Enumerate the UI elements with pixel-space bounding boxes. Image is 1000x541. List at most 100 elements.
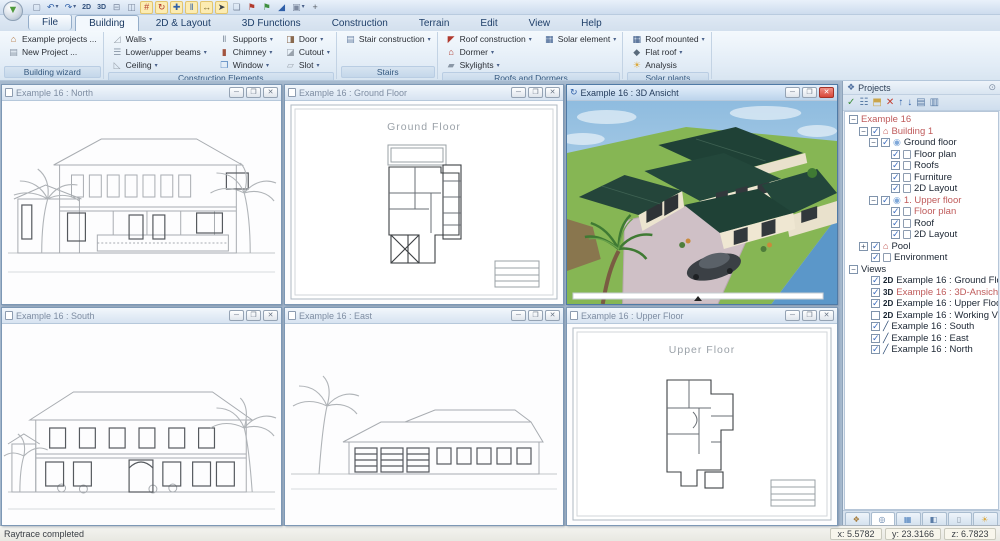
flag-red-icon[interactable]: ⚑ (245, 1, 258, 14)
tree-item-2d-layout[interactable]: 2D Layout (847, 229, 998, 241)
close-button[interactable]: ✕ (819, 310, 834, 321)
tab-3d[interactable]: ▦ (896, 512, 921, 525)
storey-filter-icon[interactable]: ▤ (916, 98, 925, 108)
tree-item-2d-layout[interactable]: 2D Layout (847, 183, 998, 195)
new-file-icon[interactable]: ▢ (30, 1, 43, 14)
tree-item-example-16-ground-floor[interactable]: 2DExample 16 : Ground Floor (847, 275, 998, 287)
door-button[interactable]: ◨Door▾ (283, 33, 332, 45)
expander-icon[interactable]: − (869, 196, 878, 205)
tab-construction[interactable]: Construction (318, 15, 402, 31)
pin-icon[interactable]: ⊙ (988, 82, 996, 93)
checkbox[interactable] (871, 288, 880, 297)
viewport-north[interactable]: Example 16 : North ─❐✕ (1, 84, 282, 305)
grid-icon[interactable]: # (140, 1, 153, 14)
minimize-button[interactable]: ─ (229, 87, 244, 98)
tree-item-floor-plan[interactable]: Floor plan (847, 206, 998, 218)
beams-button[interactable]: ☰Lower/upper beams▾ (110, 46, 209, 58)
viewport-south[interactable]: Example 16 : South ─❐✕ (1, 307, 282, 526)
walls-button[interactable]: ◿Walls▾ (110, 33, 209, 45)
tab-2d-layout[interactable]: 2D & Layout (142, 15, 225, 31)
move-down-icon[interactable]: ↓ (907, 98, 912, 108)
select-arrow-icon[interactable]: ➤ (215, 1, 228, 14)
redo-icon[interactable]: ↷▾ (63, 1, 79, 14)
tree-item-example-16-east[interactable]: ╱Example 16 : East (847, 333, 998, 345)
tree-item-building-1[interactable]: −⌂Building 1 (847, 126, 998, 138)
rotate-icon[interactable]: ↻ (155, 1, 168, 14)
maximize-button[interactable]: ❐ (802, 87, 817, 98)
checkbox[interactable] (871, 334, 880, 343)
viewport-ground-floor-titlebar[interactable]: Example 16 : Ground Floor ─❐✕ (285, 85, 563, 101)
ceiling-button[interactable]: ◺Ceiling▾ (110, 59, 209, 71)
app-orb-button[interactable]: ▼ (3, 1, 23, 21)
stair-construction-button[interactable]: ▤Stair construction▾ (343, 33, 433, 45)
move-icon[interactable]: ✚ (170, 1, 183, 14)
chimney-button[interactable]: ▮Chimney▾ (217, 46, 275, 58)
viewport-3d-titlebar[interactable]: ↻ Example 16 : 3D Ansicht ─❐✕ (567, 85, 837, 101)
solar-element-button[interactable]: ▦Solar element▾ (542, 33, 618, 45)
close-button[interactable]: ✕ (545, 87, 560, 98)
confirm-icon[interactable]: ✓ (847, 98, 855, 108)
minimize-button[interactable]: ─ (511, 87, 526, 98)
delete-icon[interactable]: ✕ (886, 98, 894, 108)
details-icon[interactable]: ☷ (859, 98, 868, 108)
tree-item-environment[interactable]: Environment (847, 252, 998, 264)
checkbox[interactable] (891, 161, 900, 170)
checkbox[interactable] (891, 184, 900, 193)
new-project-button[interactable]: ▤New Project ... (6, 46, 99, 58)
maximize-button[interactable]: ❐ (246, 87, 261, 98)
split-vertical-icon[interactable]: ◫ (125, 1, 138, 14)
view-3d-icon[interactable]: 3D (95, 1, 108, 14)
tab-edit[interactable]: Edit (466, 15, 511, 31)
maximize-button[interactable]: ❐ (246, 310, 261, 321)
tab-view[interactable]: View (515, 15, 565, 31)
tree-item-furniture[interactable]: Furniture (847, 172, 998, 184)
tab-terrain[interactable]: Terrain (405, 15, 464, 31)
roof-tool-icon[interactable]: ◢ (275, 1, 288, 14)
tree-item-example-16[interactable]: −Example 16 (847, 114, 998, 126)
tree-item-roof[interactable]: Roof (847, 218, 998, 230)
checkbox[interactable] (871, 311, 880, 320)
tree-item-example-16-south[interactable]: ╱Example 16 : South (847, 321, 998, 333)
checkbox[interactable] (891, 207, 900, 216)
minimize-button[interactable]: ─ (229, 310, 244, 321)
flat-roof-button[interactable]: ◆Flat roof▾ (629, 46, 706, 58)
storey-list-icon[interactable]: ▥ (930, 98, 939, 108)
move-up-icon[interactable]: ↑ (898, 98, 903, 108)
projects-panel-header[interactable]: ❖ Projects ⊙ (843, 81, 1000, 95)
checkbox[interactable] (871, 345, 880, 354)
maximize-button[interactable]: ❐ (528, 310, 543, 321)
analysis-button[interactable]: ☀Analysis (629, 59, 706, 71)
tab-projects[interactable]: ◎ (871, 512, 896, 525)
example-projects-button[interactable]: ⌂Example projects ... (6, 33, 99, 45)
checkbox[interactable] (871, 322, 880, 331)
tree-item-example-16-working-view[interactable]: 2DExample 16 : Working View (847, 310, 998, 322)
tab-3d-functions[interactable]: 3D Functions (228, 15, 315, 31)
viewport-3d[interactable]: ↻ Example 16 : 3D Ansicht ─❐✕ (566, 84, 838, 305)
clipboard-icon[interactable]: ▣▾ (290, 1, 307, 14)
undo-icon[interactable]: ↶▾ (45, 1, 61, 14)
tree-item-example-16-3d-ansicht[interactable]: 3DExample 16 : 3D-Ansicht (847, 287, 998, 299)
checkbox[interactable] (871, 127, 880, 136)
checkbox[interactable] (891, 150, 900, 159)
skylights-button[interactable]: ▰Skylights▾ (444, 59, 534, 71)
tree-item-1-upper-floor[interactable]: −◉1. Upper floor (847, 195, 998, 207)
checkbox[interactable] (871, 299, 880, 308)
tab-building[interactable]: Building (75, 15, 139, 31)
checkbox[interactable] (881, 196, 890, 205)
maximize-button[interactable]: ❐ (528, 87, 543, 98)
checkbox[interactable] (881, 138, 890, 147)
expander-icon[interactable]: − (859, 127, 868, 136)
minimize-button[interactable]: ─ (511, 310, 526, 321)
parallel-walls-icon[interactable]: ‖ (185, 1, 198, 14)
add-icon[interactable]: + (309, 1, 322, 14)
tab-catalog[interactable]: ❖ (845, 512, 870, 525)
tree-item-roofs[interactable]: Roofs (847, 160, 998, 172)
tab-areas[interactable]: ◧ (922, 512, 947, 525)
tab-quantities[interactable]: ▯ (948, 512, 973, 525)
close-button[interactable]: ✕ (263, 87, 278, 98)
checkbox[interactable] (891, 230, 900, 239)
close-button[interactable]: ✕ (263, 310, 278, 321)
supports-button[interactable]: ⅡSupports▾ (217, 33, 275, 45)
window-button[interactable]: ❒Window▾ (217, 59, 275, 71)
viewport-east[interactable]: Example 16 : East ─❐✕ (284, 307, 564, 526)
